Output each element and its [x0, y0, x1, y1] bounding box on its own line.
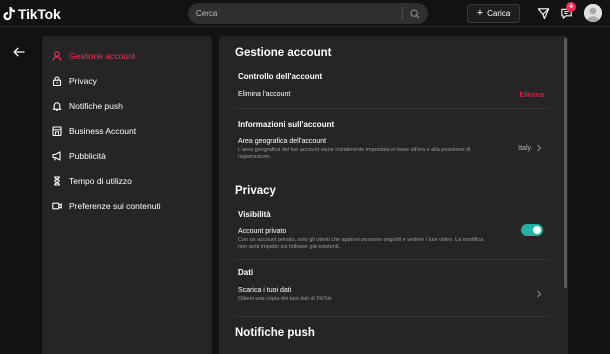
private-account-label: Account privato [238, 228, 287, 235]
private-account-toggle[interactable] [521, 224, 543, 236]
region-label: Area geografica dell'account [238, 138, 327, 145]
region-value: Italy [518, 144, 531, 152]
section-title-push: Notifiche push [235, 327, 315, 339]
sidebar-item-label: Preferenze sui contenuti [69, 201, 161, 211]
tiktok-logo[interactable]: TikTok [3, 4, 61, 23]
download-data-button[interactable] [536, 290, 542, 298]
avatar[interactable] [584, 4, 602, 22]
bell-icon [52, 101, 62, 112]
search-divider [402, 7, 403, 20]
sidebar-item-label: Pubblicità [69, 151, 106, 161]
sidebar-item-privacy[interactable]: Privacy [52, 73, 97, 89]
search-button[interactable] [407, 6, 423, 21]
divider [235, 316, 550, 317]
settings-main-panel: Gestione account Controllo dell'account … [219, 36, 568, 354]
video-icon [52, 201, 62, 212]
sidebar-item-business-account[interactable]: Business Account [52, 123, 136, 139]
plus-icon: + [476, 7, 484, 19]
send-icon [537, 7, 549, 19]
inbox-button[interactable] [535, 5, 551, 21]
sidebar-item-label: Tempo di utilizzo [69, 176, 132, 186]
back-button[interactable] [13, 46, 27, 58]
toggle-knob [533, 226, 541, 234]
download-data-description: Ottieni una copia dei tuoi dati di TikTo… [238, 296, 332, 302]
scrollbar[interactable] [564, 38, 567, 288]
sidebar-item-gestione-account[interactable]: Gestione account [52, 48, 135, 64]
region-description: L'area geografica del tuo account viene … [238, 147, 471, 160]
upload-label: Carica [487, 9, 511, 18]
search-bar [188, 3, 428, 24]
avatar-icon [584, 4, 602, 22]
top-bar: TikTok + Carica 4 [0, 0, 610, 27]
tiktok-logo-icon [3, 7, 15, 21]
search-input[interactable] [196, 3, 401, 24]
download-data-label[interactable]: Scarica i tuoi dati [238, 287, 291, 294]
account-info-heading: Informazioni sull'account [238, 120, 335, 129]
sidebar-item-label: Gestione account [69, 51, 136, 61]
account-control-heading: Controllo dell'account [238, 72, 323, 81]
arrow-left-icon [13, 47, 25, 57]
private-account-description: Con un account privato, solo gli utenti … [238, 237, 484, 250]
sidebar-item-pubblicita[interactable]: Pubblicità [52, 148, 106, 164]
region-selector[interactable]: Italy [518, 144, 542, 152]
delete-account-label: Elimina l'account [238, 91, 291, 98]
sidebar-item-label: Business Account [69, 126, 137, 136]
sidebar-item-preferenze-sui-contenuti[interactable]: Preferenze sui contenuti [52, 198, 161, 214]
section-title-account: Gestione account [235, 47, 332, 59]
visibility-heading: Visibilità [238, 210, 271, 219]
brand-name: TikTok [18, 5, 61, 22]
megaphone-icon [52, 151, 62, 162]
shop-icon [52, 126, 62, 137]
sidebar-item-tempo-di-utilizzo[interactable]: Tempo di utilizzo [52, 173, 132, 189]
settings-sidebar: Gestione account Privacy Notifiche push … [42, 36, 212, 354]
divider [235, 259, 550, 260]
section-title-privacy: Privacy [235, 185, 276, 197]
notification-badge: 4 [566, 2, 576, 12]
search-icon [410, 8, 420, 19]
chevron-right-icon [537, 290, 542, 298]
delete-account-button[interactable]: Elimina [519, 90, 544, 99]
upload-button[interactable]: + Carica [467, 4, 520, 23]
data-heading: Dati [238, 268, 254, 277]
divider [235, 108, 550, 109]
hourglass-icon [52, 176, 62, 187]
sidebar-item-label: Notifiche push [69, 101, 123, 111]
chevron-right-icon [537, 144, 542, 152]
sidebar-item-notifiche-push[interactable]: Notifiche push [52, 98, 123, 114]
person-icon [52, 51, 62, 62]
lock-icon [52, 76, 62, 87]
sidebar-item-label: Privacy [69, 76, 97, 86]
